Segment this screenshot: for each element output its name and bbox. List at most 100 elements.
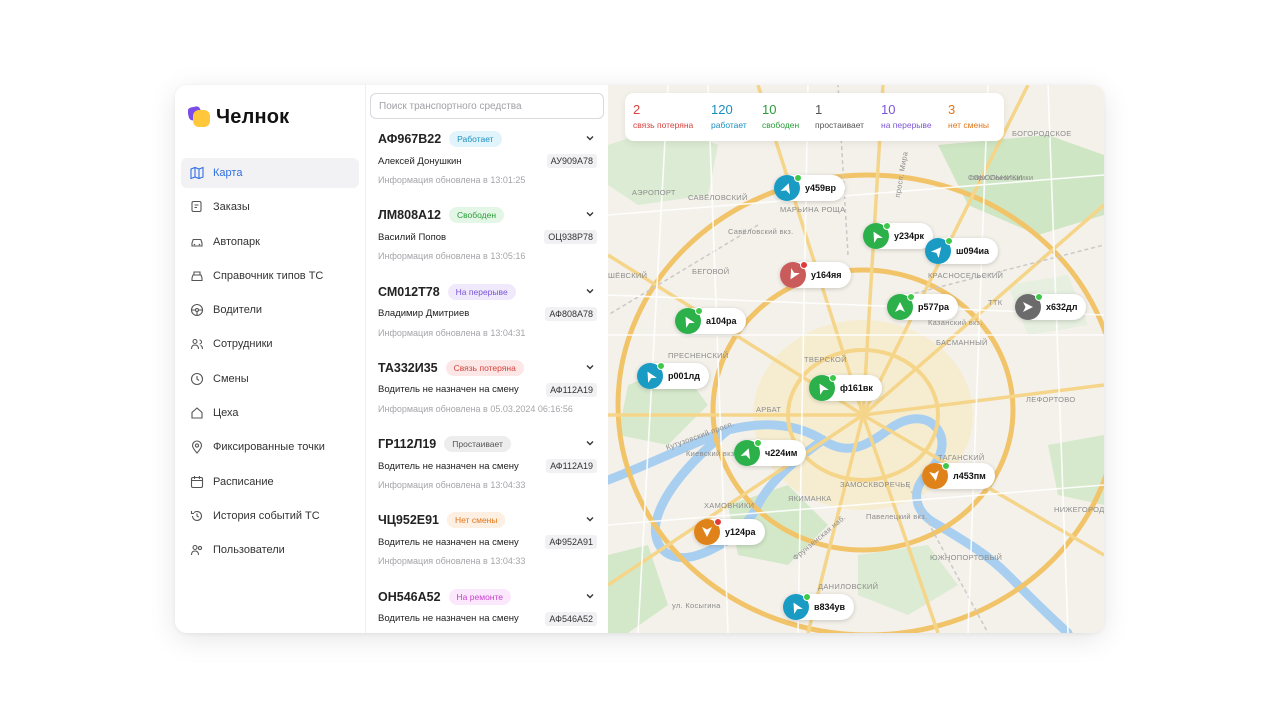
- stat-label: на перерыве: [881, 120, 932, 130]
- connection-dot: [829, 374, 837, 382]
- vehicle-marker[interactable]: р001лд: [637, 362, 709, 389]
- status-badge: На ремонте: [448, 588, 512, 605]
- vehicle-plate: ЧЦ952Е91: [378, 513, 440, 528]
- chevron-down-icon[interactable]: [585, 591, 595, 601]
- map-label: ЮЖНОПОРТОВЫЙ: [930, 553, 1003, 562]
- vehicle-marker-circle: [780, 261, 808, 288]
- vehicle-list-item[interactable]: ЛМ808А12 Свободен Василий Попов ОЦ938Р78 Инф…: [366, 203, 609, 279]
- car-icon: [190, 235, 204, 249]
- vehicle-marker-label: х632дл: [1046, 302, 1078, 312]
- vehicle-marker[interactable]: у124ра: [694, 518, 765, 545]
- vehicle-list-item[interactable]: ОН546А52 На ремонте Водитель не назначен н…: [366, 585, 609, 633]
- sidebar-item-10[interactable]: История событий ТС: [181, 501, 359, 531]
- map-label: САВЁЛОВСКИЙ: [688, 193, 748, 202]
- vehicle-list-item[interactable]: ЧЦ952Е91 Нет смены Водитель не назначен на…: [366, 508, 609, 584]
- vehicle-plate: ТА332И35: [378, 360, 438, 375]
- connection-dot: [945, 237, 953, 245]
- vehicle-marker[interactable]: ч224им: [734, 439, 807, 466]
- vehicle-marker[interactable]: у164яя: [780, 261, 851, 288]
- vehicle-marker-circle: [734, 439, 762, 466]
- connection-dot: [907, 293, 915, 301]
- sidebar-item-8[interactable]: Фиксированные точки: [181, 432, 359, 462]
- vehicle-marker[interactable]: у234рк: [863, 222, 934, 249]
- stat-3: 1 простаивает: [815, 102, 864, 132]
- vehicle-marker-label: у459вр: [805, 183, 837, 193]
- sidebar-item-1[interactable]: Заказы: [181, 192, 359, 222]
- sidebar-item-6[interactable]: Смены: [181, 364, 359, 394]
- map-label: АЭРОПОРТ: [632, 188, 676, 197]
- sidebar-item-label: Автопарк: [213, 235, 260, 248]
- vehicle-code: АУ909А78: [546, 154, 597, 168]
- map-label: ДАНИЛОВСКИЙ: [818, 582, 879, 591]
- vehicle-marker[interactable]: у459вр: [774, 174, 846, 201]
- map-label: ХАМОВНИКИ: [704, 501, 755, 510]
- stat-5: 3 нет смены: [948, 102, 989, 132]
- vehicle-marker-label: а104ра: [706, 316, 737, 326]
- vehicle-marker[interactable]: л453пм: [922, 462, 995, 489]
- stat-count: 2: [633, 102, 641, 117]
- vehicle-list-item[interactable]: АФ967В22 Работает Алексей Донушкин АУ909А78…: [366, 127, 609, 203]
- navigation-arrow-icon: [1023, 302, 1033, 312]
- vehicle-search-input[interactable]: [370, 93, 604, 119]
- vehicle-marker-circle: [637, 362, 665, 389]
- connection-dot: [794, 174, 802, 182]
- status-badge: На перерыве: [447, 283, 516, 300]
- chevron-down-icon[interactable]: [585, 286, 595, 296]
- sidebar-item-11[interactable]: Пользователи: [181, 535, 359, 565]
- stat-count: 10: [881, 102, 896, 117]
- chevron-down-icon[interactable]: [585, 362, 595, 372]
- vehicle-code: АФ952А91: [545, 535, 597, 550]
- sidebar-item-0[interactable]: Карта: [181, 158, 359, 188]
- driver-name: Водитель не назначен на смену: [378, 613, 519, 625]
- vehicle-marker-label: р577ра: [918, 302, 950, 312]
- vehicle-list-item[interactable]: ГР112Л19 Простаивает Водитель не назначен …: [366, 432, 609, 508]
- pin-icon: [190, 440, 204, 455]
- navigation-arrow-icon: [930, 247, 942, 259]
- vehicle-marker[interactable]: ш094иа: [925, 237, 999, 264]
- vehicle-plate: ЛМ808А12: [378, 208, 441, 223]
- stat-label: связь потеряна: [633, 120, 694, 130]
- chevron-down-icon[interactable]: [585, 514, 595, 524]
- vehicle-list-item[interactable]: ТА332И35 Связь потеряна Водитель не назнач…: [366, 356, 609, 432]
- stat-4: 10 на перерыве: [881, 102, 932, 132]
- steering-wheel-icon: [190, 303, 204, 317]
- sidebar-item-2[interactable]: Автопарк: [181, 227, 359, 257]
- status-badge: Связь потеряна: [445, 359, 524, 376]
- vehicle-marker[interactable]: х632дл: [1015, 293, 1087, 320]
- vehicle-marker[interactable]: р577ра: [887, 293, 959, 320]
- chevron-down-icon[interactable]: [585, 133, 595, 143]
- map-icon: [190, 166, 204, 180]
- stat-count: 1: [815, 102, 823, 117]
- map-label: БЕГОВОЙ: [692, 267, 730, 276]
- sidebar-item-label: Заказы: [213, 201, 250, 214]
- sidebar-item-9[interactable]: Расписание: [181, 467, 359, 497]
- sidebar-item-7[interactable]: Цеха: [181, 398, 359, 428]
- sidebar-item-label: Водители: [213, 304, 263, 317]
- vehicle-marker[interactable]: в834ув: [783, 593, 855, 620]
- logo[interactable]: Челнок: [187, 105, 289, 129]
- sidebar-item-3[interactable]: Справочник типов ТС: [181, 261, 359, 291]
- sidebar-item-4[interactable]: Водители: [181, 295, 359, 325]
- connection-dot: [714, 518, 722, 526]
- sidebar-item-label: Цеха: [213, 407, 239, 420]
- sidebar-item-label: Пользователи: [213, 544, 285, 557]
- map-label: ЯКИМАНКА: [788, 494, 832, 503]
- chevron-down-icon[interactable]: [585, 209, 595, 219]
- stat-count: 120: [711, 102, 733, 117]
- map-label: ЛЕФОРТОВО: [1026, 395, 1076, 404]
- connection-dot: [1035, 293, 1043, 301]
- car-types-icon: [190, 269, 204, 283]
- map-label: БОГОРОДСКОЕ: [1012, 129, 1072, 138]
- stat-label: нет смены: [948, 120, 990, 130]
- vehicle-marker[interactable]: а104ра: [675, 307, 746, 334]
- map-view[interactable]: АЭРОПОРТ САВЁЛОВСКИЙ МАРЬИНА РОЩА Савёловск…: [608, 85, 1104, 633]
- chevron-down-icon[interactable]: [585, 438, 595, 448]
- vehicle-marker-circle: [774, 174, 802, 201]
- vehicle-marker-circle: [675, 307, 703, 334]
- vehicle-marker[interactable]: ф161вк: [809, 374, 882, 401]
- status-badge: Простаивает: [444, 436, 511, 453]
- vehicle-list-item[interactable]: СМ012Т78 На перерыве Владимир Дмитриев АФ80…: [366, 280, 609, 356]
- sidebar-item-5[interactable]: Сотрудники: [181, 329, 359, 359]
- navigation-arrow-icon: [740, 448, 750, 460]
- vehicle-list-panel: АФ967В22 Работает Алексей Донушкин АУ909А78…: [365, 85, 609, 633]
